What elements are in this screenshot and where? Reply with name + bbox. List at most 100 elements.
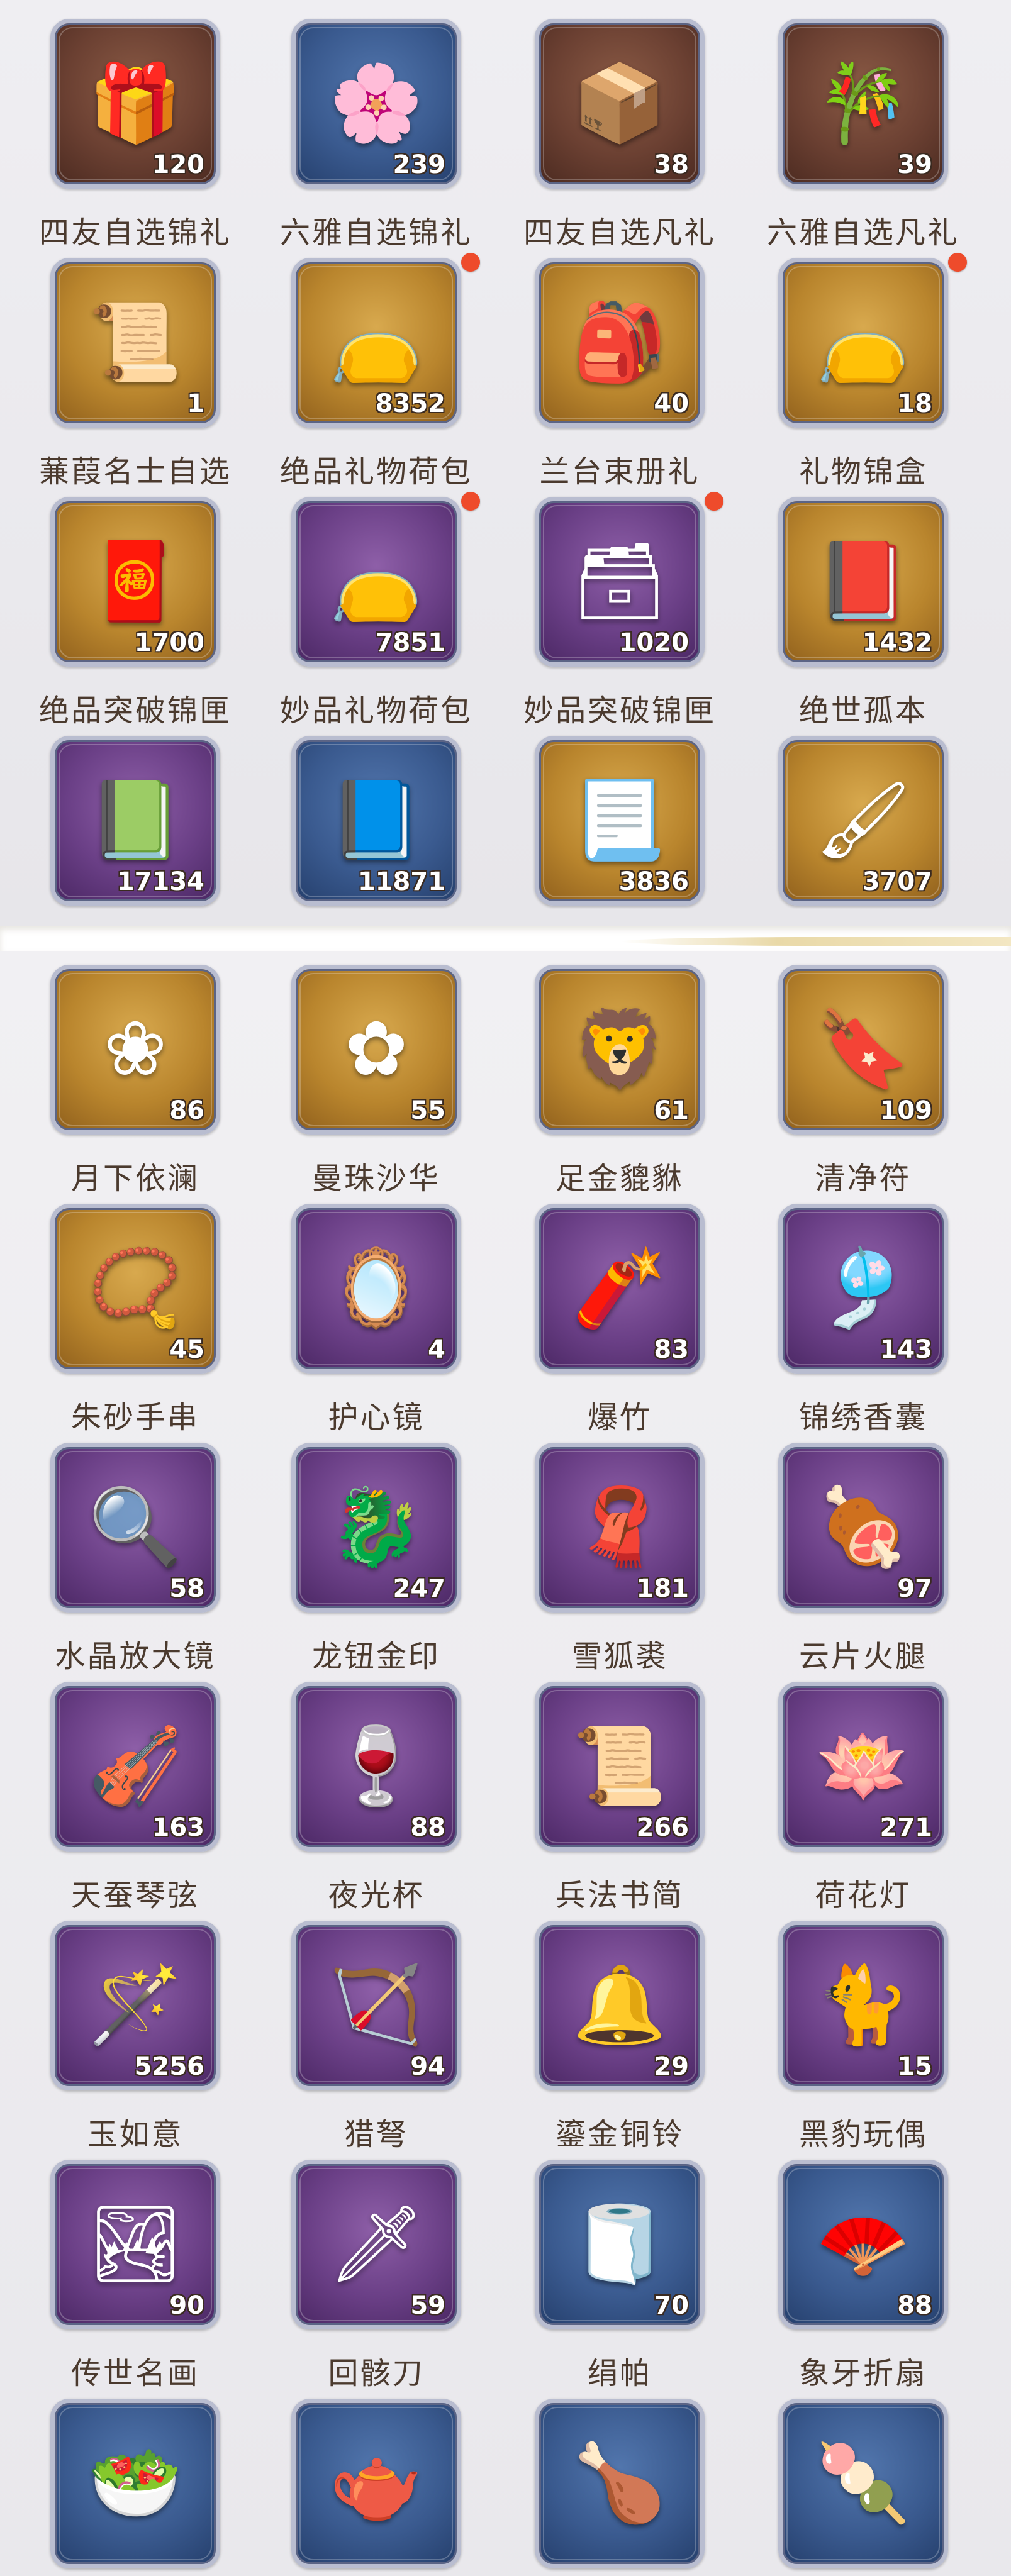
item-tile[interactable]: 🎋 39 [778, 19, 948, 189]
inventory-item[interactable]: 📗17134稀有珍本 [0, 736, 226, 926]
roast-duck-icon: 🍗 [573, 2440, 667, 2527]
item-tile[interactable]: 🏞 90 [50, 2160, 220, 2329]
inventory-item[interactable]: 👝 7851 妙品礼物荷包 [241, 492, 480, 730]
item-tile[interactable]: 🗡 59 [291, 2160, 461, 2329]
item-tile[interactable]: 📕 1432 [778, 497, 948, 667]
item-tile[interactable]: 🎁 120 [50, 19, 220, 189]
item-tile[interactable]: 🧨 83 [535, 1204, 705, 1374]
inventory-item[interactable]: 📜 266 兵法书简 [484, 1682, 711, 1914]
item-tile[interactable]: 🐈 15 [778, 1921, 948, 2090]
item-tile[interactable]: 🖌 3707 [778, 736, 948, 906]
inventory-item[interactable]: 🪷 271 荷花灯 [728, 1682, 954, 1914]
inventory-item[interactable]: 🎒 40 兰台束册礼 [484, 258, 711, 491]
item-tile[interactable]: 🐉 247 [291, 1443, 461, 1613]
inventory-item[interactable]: 🧧 1700 绝品突破锦匣 [0, 497, 230, 730]
inventory-item[interactable]: 📿 45 朱砂手串 [0, 1204, 226, 1436]
inventory-item[interactable]: 🫖 [241, 2399, 467, 2576]
item-tile[interactable]: 📿 45 [50, 1204, 220, 1374]
item-count: 55 [410, 1096, 445, 1125]
item-tile[interactable]: 📘 11871 [291, 736, 461, 906]
inventory-item[interactable]: 👝 18 礼物锦盒 [728, 253, 967, 491]
item-tile[interactable]: 👝 7851 [291, 497, 461, 667]
item-tile[interactable]: 👝 18 [778, 258, 948, 428]
inventory-item[interactable]: 🐉 247 龙钮金印 [241, 1443, 467, 1675]
item-tile[interactable]: 📜 1 [50, 258, 220, 428]
item-tile[interactable]: 🫖 [291, 2399, 461, 2568]
inventory-item[interactable]: 🧣 181 雪狐裘 [484, 1443, 711, 1675]
item-tile[interactable]: 🧣 181 [535, 1443, 705, 1613]
inventory-item[interactable]: 🧻 70 绢帕 [484, 2160, 711, 2392]
inventory-item[interactable]: 📜 1 蒹葭名士自选 [0, 258, 230, 491]
inventory-item[interactable]: 🍡 [728, 2399, 954, 2576]
item-tile[interactable]: 🔍 58 [50, 1443, 220, 1613]
inventory-item[interactable]: 🪄 5256 玉如意 [0, 1921, 226, 2153]
inventory-item[interactable]: 📃3836澄心堂纸 [484, 736, 711, 926]
item-tile[interactable]: 🪞 4 [291, 1204, 461, 1374]
inventory-item[interactable]: 🔖 109 清净符 [728, 965, 954, 1197]
item-name: 妙品礼物荷包 [279, 693, 472, 728]
item-tile[interactable]: 📦 38 [535, 19, 705, 189]
item-tile[interactable]: 🥗 [50, 2399, 220, 2568]
item-tile[interactable]: ✿ 55 [291, 965, 461, 1135]
gold-swoosh-decoration [621, 937, 1011, 946]
item-tile[interactable]: 🌸 239 [291, 19, 461, 189]
item-tile[interactable]: 🍗 [535, 2399, 705, 2568]
inventory-item[interactable]: 🦁 61 足金貔貅 [484, 965, 711, 1197]
item-tile[interactable]: 🔖 109 [778, 965, 948, 1135]
item-tile[interactable]: 🪷 271 [778, 1682, 948, 1852]
item-count: 17134 [116, 867, 204, 896]
inventory-item[interactable]: 🧨 83 爆竹 [484, 1204, 711, 1436]
inventory-item[interactable]: 🏞 90 传世名画 [0, 2160, 226, 2392]
item-count: 247 [393, 1574, 446, 1603]
inventory-item[interactable]: 🎻 163 天蚕琴弦 [0, 1682, 226, 1914]
inventory-item[interactable]: 🔔 29 鎏金铜铃 [484, 1921, 711, 2153]
item-tile[interactable]: 📜 266 [535, 1682, 705, 1852]
item-tile[interactable]: 🍖 97 [778, 1443, 948, 1613]
inventory-item[interactable]: 🖌3707羊紫兼毫 [728, 736, 954, 926]
inventory-item[interactable]: 🍖 97 云片火腿 [728, 1443, 954, 1675]
inventory-item[interactable]: 🎐 143 锦绣香囊 [728, 1204, 954, 1436]
inventory-item[interactable]: 🍷 88 夜光杯 [241, 1682, 467, 1914]
item-count: 1432 [862, 628, 932, 657]
item-count: 7851 [375, 628, 445, 657]
inventory-item[interactable]: ✿ 55 曼珠沙华 [241, 965, 467, 1197]
inventory-item[interactable]: 🎋 39 六雅自选凡礼 [728, 19, 958, 252]
inventory-item[interactable]: 🌸 239 六雅自选锦礼 [241, 19, 471, 252]
item-tile[interactable]: 🍡 [778, 2399, 948, 2568]
item-tile[interactable]: 🧧 1700 [50, 497, 220, 667]
item-tile[interactable]: 🪄 5256 [50, 1921, 220, 2090]
inventory-item[interactable]: 🎁 120 四友自选锦礼 [0, 19, 230, 252]
item-count: 39 [897, 150, 932, 179]
item-tile[interactable]: 🎐 143 [778, 1204, 948, 1374]
inventory-item[interactable]: 🗡 59 回骸刀 [241, 2160, 467, 2392]
inventory-item[interactable]: 👝 8352 绝品礼物荷包 [241, 253, 480, 491]
inventory-item[interactable]: 🐈 15 黑豹玩偶 [728, 1921, 954, 2153]
item-tile[interactable]: 🎻 163 [50, 1682, 220, 1852]
inventory-item[interactable]: 🪭 88 象牙折扇 [728, 2160, 954, 2392]
inventory-item[interactable]: 📘11871奇闻书册 [241, 736, 467, 926]
item-tile[interactable]: 🍷 88 [291, 1682, 461, 1852]
item-tile[interactable]: 🎒 40 [535, 258, 705, 428]
green-beans-plate-icon: 🥗 [88, 2440, 182, 2527]
item-tile[interactable]: ❀ 86 [50, 965, 220, 1135]
item-tile[interactable]: 📃 3836 [535, 736, 705, 906]
item-tile[interactable]: 🗃 1020 [535, 497, 705, 667]
item-tile[interactable]: 📗 17134 [50, 736, 220, 906]
inventory-item[interactable]: 🥗 [0, 2399, 226, 2576]
inventory-item[interactable]: 🏹 94 猎弩 [241, 1921, 467, 2153]
item-tile[interactable]: 🧻 70 [535, 2160, 705, 2329]
inventory-item[interactable]: 🪞 4 护心镜 [241, 1204, 467, 1436]
inventory-item[interactable]: 📦 38 四友自选凡礼 [484, 19, 714, 252]
inventory-panel-top: 🎁 120 四友自选锦礼 🌸 239 六雅自选锦礼 📦 38 四友自选凡礼 🎋 39 六雅自选凡礼 📜 1… [0, 0, 1011, 926]
item-tile[interactable]: 🦁 61 [535, 965, 705, 1135]
notification-dot [705, 492, 723, 511]
item-tile[interactable]: 🔔 29 [535, 1921, 705, 2090]
item-tile[interactable]: 🪭 88 [778, 2160, 948, 2329]
inventory-item[interactable]: 📕 1432 绝世孤本 [728, 497, 954, 730]
inventory-item[interactable]: ❀ 86 月下依澜 [0, 965, 226, 1197]
inventory-item[interactable]: 🗃 1020 妙品突破锦匣 [484, 492, 723, 730]
item-tile[interactable]: 👝 8352 [291, 258, 461, 428]
inventory-item[interactable]: 🍗 [484, 2399, 711, 2576]
inventory-item[interactable]: 🔍 58 水晶放大镜 [0, 1443, 226, 1675]
item-tile[interactable]: 🏹 94 [291, 1921, 461, 2090]
